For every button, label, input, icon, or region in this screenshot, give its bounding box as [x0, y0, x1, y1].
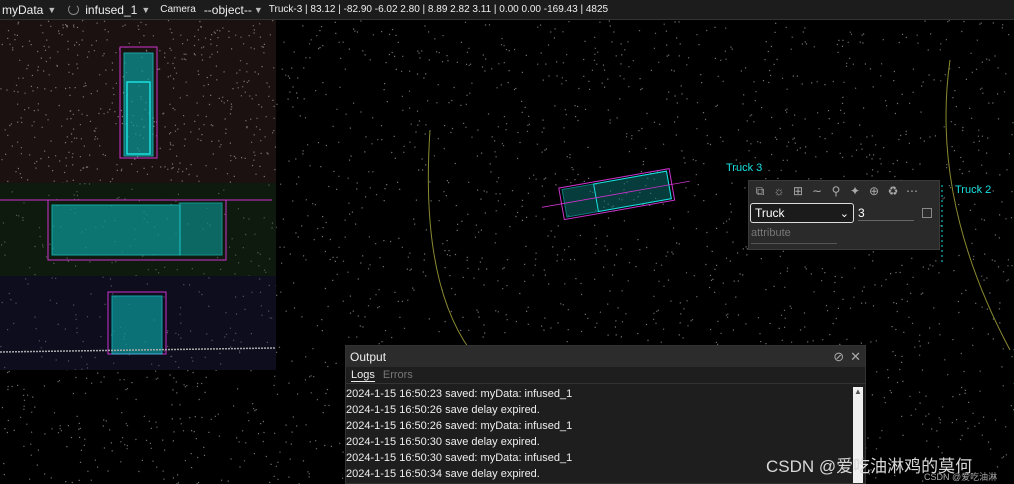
category-select[interactable]: Truck ⌄	[750, 203, 854, 223]
dataset-select[interactable]: myData ▼	[2, 3, 62, 17]
camera-label: Camera	[160, 4, 196, 15]
split-icon[interactable]: ⊕	[867, 184, 881, 198]
truck-2-label: Truck 2	[955, 184, 992, 196]
log-line: 2024-1-15 16:50:26 saved: myData: infuse…	[346, 420, 573, 432]
attribute-input[interactable]: attribute	[751, 227, 837, 244]
output-title: Output	[350, 349, 387, 364]
chevron-down-icon: ▼	[253, 4, 263, 15]
chevron-down-icon: ▼	[47, 4, 57, 15]
truck-3-box[interactable]	[539, 166, 692, 224]
log-line: 2024-1-15 16:50:23 saved: myData: infuse…	[346, 388, 573, 400]
curve-icon[interactable]: ∼	[810, 184, 824, 198]
tab-logs[interactable]: Logs	[351, 369, 375, 382]
top-view[interactable]	[0, 20, 276, 183]
copy-icon[interactable]: ⧉	[753, 184, 767, 199]
category-value: Truck	[755, 206, 785, 220]
output-header: Output ⊘ ✕	[346, 346, 865, 367]
object-label: --object--	[203, 2, 252, 17]
camera-select[interactable]: Camera	[160, 4, 196, 15]
object-info: Truck-3 | 83.12 | -82.90 -6.02 2.80 | 8.…	[268, 4, 609, 15]
log-line: 2024-1-15 16:50:30 save delay expired.	[346, 436, 540, 448]
trash-icon[interactable]: ♻	[886, 184, 900, 198]
log-line: 2024-1-15 16:50:26 save delay expired.	[346, 404, 540, 416]
track-id-input[interactable]: 3	[858, 206, 914, 221]
frame-select[interactable]: infused_1 ▼	[85, 3, 156, 17]
bulb-icon[interactable]: ☼	[772, 184, 786, 198]
scroll-up-icon[interactable]: ▲	[853, 387, 863, 396]
object-views-panel	[0, 20, 276, 370]
clear-icon[interactable]: ⊘	[833, 349, 844, 365]
tab-errors[interactable]: Errors	[383, 369, 413, 381]
layout-icon[interactable]: ⊞	[791, 184, 805, 198]
dataset-label: myData	[2, 2, 44, 17]
annotation-popup: ⧉ ☼ ⊞ ∼ ⚲ ✦ ⊕ ♻ ⋯ Truck ⌄ 3 attribute	[748, 180, 940, 250]
truck-3-label: Truck 3	[726, 162, 763, 174]
object-select[interactable]: --object-- ▼	[204, 3, 265, 17]
pin-icon[interactable]: ✦	[848, 184, 862, 198]
checkbox[interactable]	[922, 208, 932, 218]
side-view[interactable]	[0, 183, 276, 276]
popup-toolbar: ⧉ ☼ ⊞ ∼ ⚲ ✦ ⊕ ♻ ⋯	[749, 181, 939, 201]
zoom-icon[interactable]: ⚲	[829, 184, 843, 198]
watermark-small: CSDN @爱吃油淋	[924, 472, 998, 482]
chevron-down-icon: ⌄	[839, 207, 849, 220]
chevron-down-icon: ▼	[141, 4, 151, 15]
frame-label: infused_1	[85, 2, 138, 17]
output-tabs: Logs Errors	[346, 367, 865, 384]
loading-icon	[68, 4, 80, 15]
top-toolbar: myData ▼ infused_1 ▼ Camera --object-- ▼…	[0, 0, 1014, 20]
front-view[interactable]	[0, 276, 276, 370]
close-icon[interactable]: ✕	[850, 349, 861, 365]
more-icon[interactable]: ⋯	[905, 184, 919, 198]
